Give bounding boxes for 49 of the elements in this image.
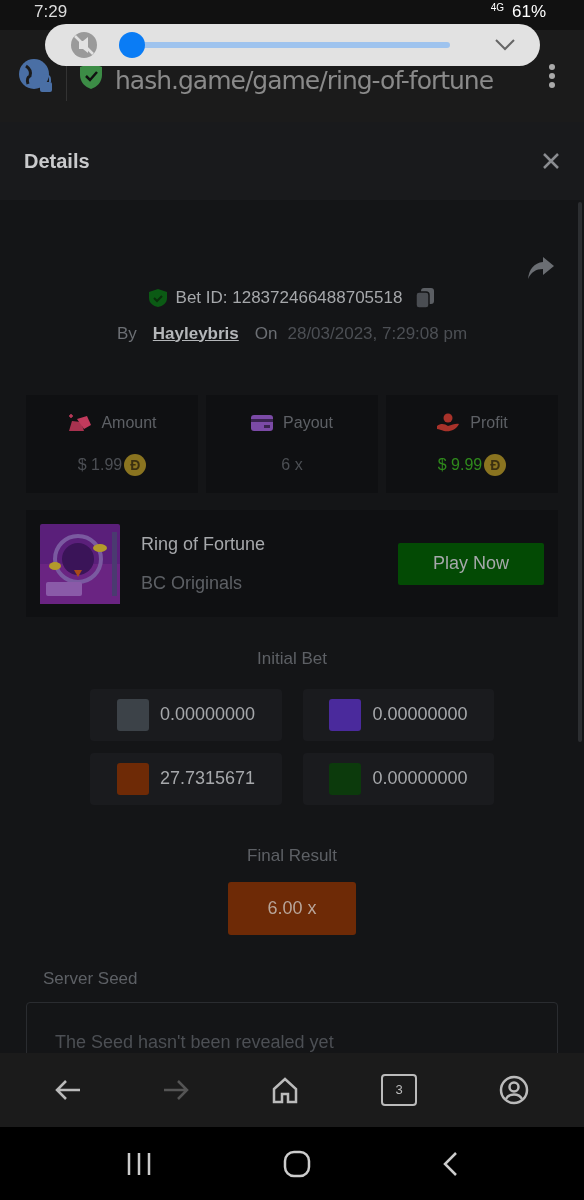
bills-icon — [67, 413, 92, 433]
back-icon[interactable] — [55, 1079, 81, 1101]
play-now-button[interactable]: Play Now — [398, 542, 544, 585]
details-title: Details — [24, 149, 91, 174]
recents-icon[interactable] — [125, 1151, 152, 1176]
stat-label: Amount — [101, 413, 157, 433]
game-provider: BC Originals — [141, 571, 244, 595]
bet-id: Bet ID: 128372466488705518 — [175, 287, 403, 309]
stat-value: $ 9.99 — [437, 455, 483, 475]
bet-value: 0.00000000 — [372, 703, 468, 726]
site-security-icon[interactable] — [18, 58, 54, 94]
more-menu-icon[interactable] — [548, 63, 556, 89]
network-label: 4G — [490, 2, 504, 14]
copy-icon[interactable] — [414, 286, 437, 309]
url-text[interactable]: hash.game/game/ring-of-fortune — [115, 68, 536, 94]
by-label: By — [116, 322, 137, 345]
account-icon[interactable] — [499, 1075, 529, 1105]
section-title: Final Result — [246, 844, 338, 867]
result-badge: 6.00 x — [228, 882, 356, 935]
stat-label: Payout — [283, 413, 333, 433]
forward-icon[interactable] — [163, 1079, 189, 1101]
card-icon — [251, 414, 274, 432]
stat-label: Profit — [470, 413, 508, 433]
on-label: On — [254, 322, 278, 345]
chevron-down-icon[interactable] — [494, 38, 516, 52]
coin-icon: Đ — [484, 454, 507, 476]
seed-status-text: The Seed hasn't been revealed yet — [55, 1031, 334, 1052]
home-icon[interactable] — [283, 1149, 311, 1178]
coin-icon: Đ — [124, 454, 147, 476]
bet-value: 27.7315671 — [159, 767, 256, 790]
bet-value: 0.00000000 — [372, 767, 468, 790]
tabs-button[interactable]: 3 — [381, 1074, 417, 1106]
hand-person-icon — [436, 413, 461, 433]
bet-value: 0.00000000 — [159, 703, 256, 726]
home-icon[interactable] — [271, 1076, 299, 1104]
stat-value: 6 x — [281, 455, 303, 475]
slider-thumb[interactable] — [119, 32, 145, 58]
back-icon[interactable] — [442, 1150, 459, 1177]
battery-level: 61% — [511, 2, 546, 22]
section-title: Initial Bet — [256, 648, 328, 670]
bet-date: 28/03/2023, 7:29:08 pm — [287, 322, 468, 345]
user-link[interactable]: Hayleybris — [152, 320, 239, 346]
status-time: 7:29 — [34, 2, 68, 22]
shield-check-icon — [147, 287, 168, 308]
stat-value: $ 1.99 — [77, 455, 123, 475]
close-icon[interactable] — [542, 152, 560, 170]
server-seed-label: Server Seed — [42, 968, 139, 990]
game-title: Ring of Fortune — [141, 532, 267, 556]
volume-slider[interactable] — [119, 32, 450, 58]
